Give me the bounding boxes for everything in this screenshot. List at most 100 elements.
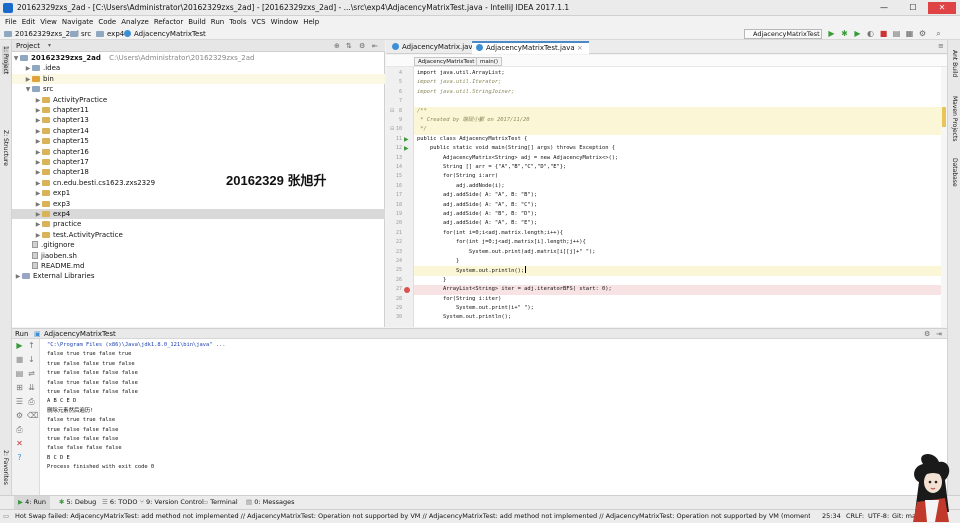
tree-item[interactable]: ▶ .idea: [12, 63, 385, 73]
hide-panel-icon[interactable]: ⇤: [372, 40, 378, 52]
menu-item-run[interactable]: Run: [211, 16, 224, 28]
tree-item[interactable]: jiaoben.sh: [12, 251, 385, 261]
tree-item[interactable]: ▶ exp1: [12, 188, 385, 198]
close-icon[interactable]: ×: [577, 44, 583, 52]
coverage-icon[interactable]: ▶: [853, 29, 862, 38]
print-icon[interactable]: ⎙: [27, 398, 36, 406]
maven-tool-button[interactable]: Maven Projects: [951, 96, 958, 141]
code-line[interactable]: }: [414, 257, 941, 266]
rerun-icon[interactable]: ▶: [15, 342, 24, 350]
code-line[interactable]: ArrayList<String> iter = adj.iteratorBFS…: [414, 285, 941, 295]
maximize-button[interactable]: ☐: [899, 2, 927, 14]
menu-item-refactor[interactable]: Refactor: [154, 16, 183, 28]
tab-run[interactable]: ▶ 4: Run: [14, 496, 50, 509]
minimize-button[interactable]: —: [870, 2, 898, 14]
menu-item-build[interactable]: Build: [188, 16, 206, 28]
code-line[interactable]: AdjacencyMatrix<String> adj = new Adjace…: [414, 154, 941, 163]
breadcrumb-class[interactable]: AdjacencyMatrixTest: [414, 57, 479, 66]
code-line[interactable]: /**: [414, 106, 941, 116]
fold-icon[interactable]: ⊟: [390, 125, 394, 134]
editor-scrollbar[interactable]: [941, 67, 947, 327]
code-editor[interactable]: import java.util.ArrayList; import java.u…: [414, 67, 941, 327]
hide-panel-icon[interactable]: ⇥: [936, 329, 942, 339]
caret-position[interactable]: 25:34: [822, 510, 841, 523]
search-everywhere-icon[interactable]: ⌕: [934, 29, 943, 38]
tree-item[interactable]: ▶ chapter15: [12, 136, 385, 146]
project-structure-icon[interactable]: ▤: [892, 29, 901, 38]
tree-item[interactable]: ▶ chapter13: [12, 115, 385, 125]
code-line[interactable]: adj.addNode(i);: [414, 182, 941, 191]
code-line[interactable]: for(int i=0;i<adj.matrix.length;i++){: [414, 229, 941, 238]
code-line[interactable]: [414, 97, 941, 106]
nav-crumb-package[interactable]: exp4: [96, 28, 124, 40]
tree-item[interactable]: ▶ External Libraries: [12, 271, 385, 281]
run-gutter-icon[interactable]: ▶: [404, 144, 409, 153]
code-line[interactable]: for(String i:arr): [414, 172, 941, 181]
menu-item-vcs[interactable]: VCS: [251, 16, 265, 28]
gear-icon[interactable]: ⚙: [359, 40, 365, 52]
run-icon[interactable]: ▶: [827, 29, 836, 38]
menu-item-window[interactable]: Window: [271, 16, 299, 28]
structure-tool-button[interactable]: Z: Structure: [2, 130, 9, 166]
breadcrumb-method[interactable]: main(): [476, 57, 503, 66]
chevron-down-icon[interactable]: ▾: [48, 40, 51, 52]
breakpoint-icon[interactable]: [404, 286, 410, 293]
scroll-down-icon[interactable]: ↓: [27, 356, 36, 364]
sdk-icon[interactable]: ▦: [905, 29, 914, 38]
code-line[interactable]: System.out.print(i+" ");: [414, 304, 941, 313]
profile-icon[interactable]: ◐: [866, 29, 875, 38]
file-encoding[interactable]: UTF-8:: [868, 510, 889, 523]
database-tool-button[interactable]: Database: [951, 158, 958, 187]
project-view-select[interactable]: Project: [16, 40, 40, 52]
code-line[interactable]: */: [414, 125, 941, 135]
dump-threads-icon[interactable]: ☰: [15, 398, 24, 406]
fold-icon[interactable]: ⊟: [390, 107, 394, 116]
tab-terminal[interactable]: ▭ Terminal: [198, 496, 242, 509]
tree-item[interactable]: .gitignore: [12, 240, 385, 250]
menu-item-file[interactable]: File: [5, 16, 17, 28]
scroll-end-icon[interactable]: ⇊: [27, 384, 36, 392]
code-line[interactable]: System.out.print(adj.matrix[i][j]+" ");: [414, 248, 941, 257]
restore-layout-icon[interactable]: ▤: [15, 370, 24, 378]
sync-icon[interactable]: ⊕: [334, 40, 340, 52]
scroll-up-icon[interactable]: ↑: [27, 342, 36, 350]
menu-item-analyze[interactable]: Analyze: [121, 16, 149, 28]
menu-item-view[interactable]: View: [40, 16, 57, 28]
settings-icon[interactable]: ⚙: [15, 412, 24, 420]
line-separator[interactable]: CRLF:: [846, 510, 864, 523]
ant-build-tool-button[interactable]: Ant Build: [951, 50, 958, 77]
settings-icon[interactable]: ⚙: [918, 29, 927, 38]
code-line[interactable]: public static void main(String[] args) t…: [414, 144, 941, 153]
code-line[interactable]: System.out.println();: [414, 266, 941, 276]
tree-item[interactable]: ▼ src: [12, 84, 385, 94]
tree-item[interactable]: ▶ chapter11: [12, 105, 385, 115]
tree-item[interactable]: ▶ test.ActivityPractice: [12, 230, 385, 240]
code-line[interactable]: for(int j=0;j<adj.matrix[i].length;j++){: [414, 238, 941, 247]
code-line[interactable]: adj.addSide( A: "A", B: "C");: [414, 201, 941, 210]
status-toggle-icon[interactable]: ▭: [3, 510, 9, 523]
close-icon[interactable]: ✕: [15, 440, 24, 448]
nav-crumb-file[interactable]: AdjacencyMatrixTest: [124, 28, 206, 40]
run-console[interactable]: "C:\Program Files (x86)\Java\jdk1.8.0_12…: [40, 339, 947, 495]
menu-item-help[interactable]: Help: [303, 16, 319, 28]
tree-root[interactable]: ▼ 20162329zxs_2ad C:\Users\Administrator\…: [12, 53, 385, 63]
code-line[interactable]: adj.addSide( A: "A", B: "B");: [414, 191, 941, 200]
editor-tab-menu-icon[interactable]: ≡: [938, 42, 944, 50]
code-line[interactable]: for(String i:iter): [414, 295, 941, 304]
trash-icon[interactable]: ⌫: [27, 412, 38, 420]
code-line[interactable]: import java.util.StringJoiner;: [414, 88, 941, 97]
favorites-tool-button[interactable]: 2: Favorites: [2, 450, 9, 485]
nav-crumb-project[interactable]: 20162329zxs_2ad: [4, 28, 79, 40]
tree-item[interactable]: ▶ chapter16: [12, 147, 385, 157]
nav-crumb-src[interactable]: src: [70, 28, 91, 40]
run-config-tab[interactable]: AdjacencyMatrixTest: [44, 329, 116, 339]
code-line[interactable]: adj.addSide( A: "A", B: "E");: [414, 219, 941, 228]
code-line[interactable]: import java.util.ArrayList;: [414, 69, 941, 78]
code-line[interactable]: public class AdjacencyMatrixTest {: [414, 135, 941, 144]
status-message[interactable]: Hot Swap failed: AdjacencyMatrixTest: ad…: [15, 510, 810, 523]
tree-item[interactable]: ▶ practice: [12, 219, 385, 229]
tab-adjacency-matrix-test[interactable]: AdjacencyMatrixTest.java ×: [472, 41, 589, 54]
tree-item[interactable]: ▶ chapter18: [12, 167, 385, 177]
tree-item[interactable]: ▶ exp3: [12, 199, 385, 209]
collapse-icon[interactable]: ⇅: [346, 40, 352, 52]
